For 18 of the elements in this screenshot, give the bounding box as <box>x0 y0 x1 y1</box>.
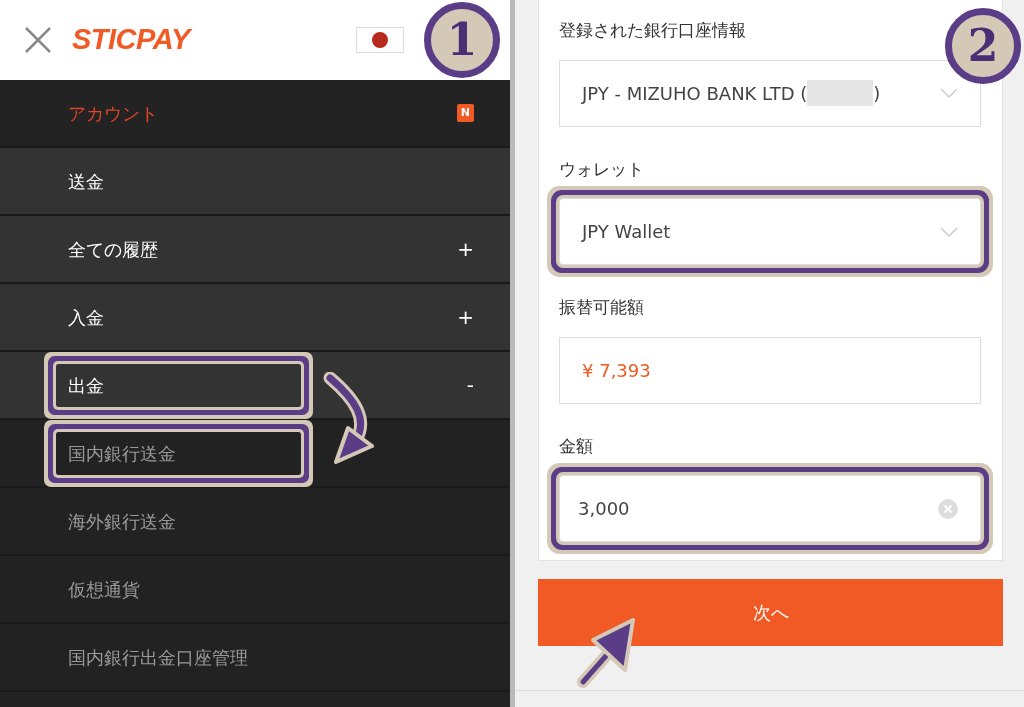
menu-item[interactable]: 国内銀行送金 <box>0 420 510 488</box>
chevron-icon <box>940 88 958 98</box>
expand-toggle[interactable]: - <box>466 370 474 400</box>
menu-item[interactable]: 全ての履歴 + <box>0 216 510 284</box>
expand-toggle[interactable]: + <box>457 302 474 332</box>
new-badge: N <box>456 103 474 123</box>
field-label: 金額 <box>559 434 594 458</box>
menu-item[interactable]: 出金 - <box>0 352 510 420</box>
close-icon[interactable] <box>24 26 52 54</box>
amount-display: ¥ 7,393 <box>559 336 981 404</box>
field-label: 振替可能額 <box>559 296 645 319</box>
menu-item[interactable]: 入金 + <box>0 284 510 352</box>
flag-icon[interactable] <box>356 27 404 53</box>
field-label: 登録された銀行口座情報 <box>559 19 747 42</box>
expand-toggle[interactable]: + <box>457 234 474 264</box>
chevron-icon <box>940 226 958 237</box>
menu-item[interactable]: 送金 <box>0 148 510 216</box>
field-label: ウォレット <box>559 157 645 181</box>
